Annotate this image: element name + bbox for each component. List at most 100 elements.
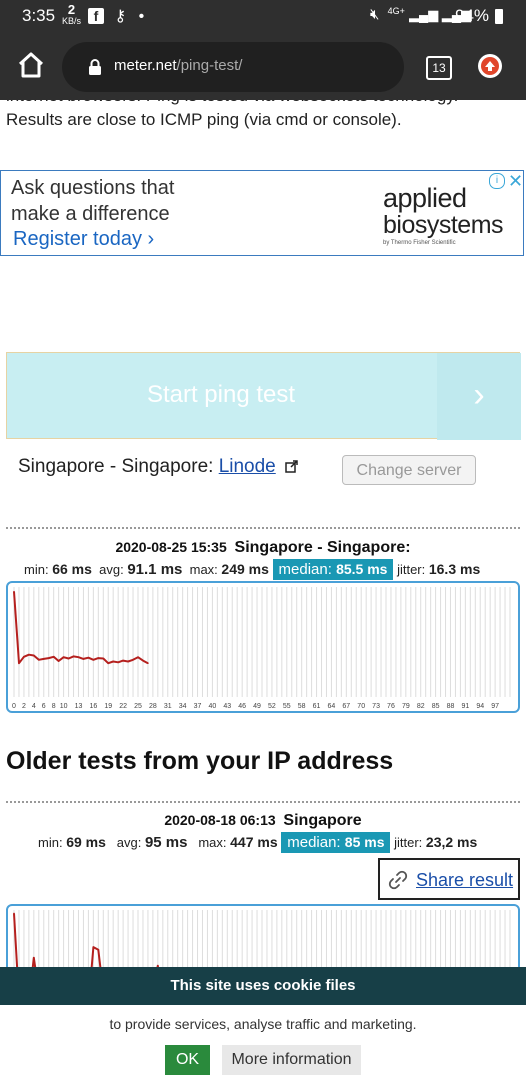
facebook-icon: f (88, 8, 104, 24)
change-server-button[interactable]: Change server (342, 455, 476, 485)
key-icon: ⚷ (114, 8, 127, 25)
home-icon[interactable] (16, 50, 46, 80)
external-link-icon[interactable] (285, 460, 298, 473)
intro-line-cut: internet browsers. Ping is tested via we… (6, 100, 521, 108)
max-label: max: (189, 562, 218, 577)
ad-line-1: Ask questions that (11, 177, 175, 199)
ping-data-point (18, 662, 20, 664)
x-tick-label: 13 (75, 703, 83, 710)
share-result-button[interactable]: Share result (378, 858, 520, 900)
lock-icon (89, 59, 101, 75)
x-tick-label: 40 (209, 703, 217, 710)
arrow-up-icon (481, 57, 499, 75)
ping-data-point (97, 948, 100, 951)
ping-data-point (107, 662, 110, 664)
ping-data-point (67, 657, 70, 660)
ping-data-point (112, 660, 114, 663)
jitter-label: jitter: (394, 835, 423, 850)
median-value: 85 ms (344, 834, 385, 850)
max-value: 249 ms (221, 561, 269, 577)
older-test-location: Singapore (283, 812, 362, 829)
x-tick-label: 28 (149, 703, 157, 710)
avg-label: avg: (116, 835, 142, 850)
x-tick-label: 6 (42, 703, 46, 710)
x-tick-label: 52 (268, 703, 276, 710)
avg-value: 91.1 ms (127, 561, 183, 578)
notification-icons: f ⚷ • (88, 6, 144, 26)
x-tick-label: 16 (89, 703, 97, 710)
divider (6, 801, 520, 803)
older-test-stats: min: 69 ms avg: 95 ms max: 447 ms median… (38, 832, 478, 853)
cookie-text: to provide services, analyse traffic and… (109, 1016, 417, 1032)
x-tick-label: 76 (387, 703, 395, 710)
x-tick-label: 97 (491, 703, 499, 710)
x-tick-label: 25 (134, 703, 142, 710)
link-icon (388, 870, 408, 890)
median-badge: median: 85 ms (281, 832, 391, 853)
x-tick-label: 19 (104, 703, 112, 710)
more-information-button[interactable]: More information (222, 1045, 361, 1075)
ping-data-point (132, 658, 134, 661)
test-header: 2020-08-25 15:35 Singapore - Singapore: (0, 539, 526, 557)
ad-brand-line-1: applied (383, 183, 467, 213)
ad-info-icon[interactable]: i (489, 173, 505, 189)
jitter-label: jitter: (397, 562, 426, 577)
ad-brand-sub: by Thermo Fisher Scientific (383, 240, 456, 246)
older-test-header: 2020-08-18 06:13 Singapore (0, 812, 526, 830)
x-tick-label: 61 (313, 703, 321, 710)
x-tick-label: 64 (328, 703, 336, 710)
ad-brand-line-2: biosystems (383, 211, 504, 239)
avg-label: avg: (99, 562, 124, 577)
ping-data-point (57, 660, 60, 662)
start-ping-test-button[interactable]: Start ping test › (6, 352, 521, 440)
net-speed-value: 2 (67, 2, 76, 17)
test-datetime: 2020-08-25 15:35 (115, 539, 227, 555)
median-value: 85.5 ms (336, 561, 388, 577)
battery-icon (495, 9, 503, 24)
status-time: 3:35 (22, 6, 56, 25)
ping-data-point (62, 656, 65, 659)
x-tick-label: 85 (432, 703, 440, 710)
start-ping-test-label: Start ping test (146, 381, 296, 408)
ping-graph-current: 0 2 4 6 8 10 13 16 19 22 25 28 31 34 37 40 43 46 49 52 55 58 6… (6, 581, 520, 713)
min-label: min: (24, 562, 49, 577)
x-tick-label: 46 (238, 703, 246, 710)
ping-data-point (117, 661, 119, 664)
ping-data-point (122, 659, 124, 662)
chevron-right-icon: › (437, 353, 521, 440)
ad-cta-link[interactable]: Register today › (13, 228, 154, 251)
share-result-label: Share result (416, 870, 514, 890)
x-tick-label: 82 (417, 703, 425, 710)
tab-count-button[interactable]: 13 (426, 56, 452, 80)
x-tick-label: 67 (342, 703, 350, 710)
x-tick-label: 88 (447, 703, 455, 710)
url-host: meter.net (114, 57, 177, 74)
url-text[interactable]: meter.net/ping-test/ (114, 57, 242, 74)
ping-data-point (42, 658, 45, 660)
x-tick-label: 70 (357, 703, 365, 710)
address-bar[interactable]: meter.net/ping-test/ (62, 42, 404, 92)
ping-data-point (127, 660, 129, 663)
ping-data-point (33, 956, 35, 959)
server-provider-link[interactable]: Linode (219, 456, 276, 477)
ping-data-point (47, 657, 50, 659)
ad-close-icon[interactable]: ✕ (508, 171, 523, 192)
jitter-value: 23,2 ms (425, 834, 478, 850)
x-tick-label: 8 (52, 703, 56, 710)
min-value: 69 ms (66, 834, 106, 850)
x-tick-label: 43 (223, 703, 231, 710)
ping-data-point (147, 662, 149, 664)
update-button[interactable] (478, 54, 502, 78)
browser-toolbar: meter.net/ping-test/ 13 (0, 34, 526, 100)
x-tick-label: 73 (372, 703, 380, 710)
ping-data-point (97, 657, 100, 659)
x-tick-label: 22 (119, 703, 127, 710)
url-path: /ping-test/ (176, 57, 243, 74)
cookie-ok-button[interactable]: OK (165, 1045, 210, 1075)
x-tick-label: 2 (22, 703, 26, 710)
net-speed: 2 KB/s (62, 3, 81, 26)
cookie-title: This site uses cookie files (0, 967, 526, 1005)
advertisement[interactable]: Ask questions that make a difference Reg… (0, 170, 524, 256)
ping-data-point (33, 654, 35, 657)
min-label: min: (38, 835, 63, 850)
